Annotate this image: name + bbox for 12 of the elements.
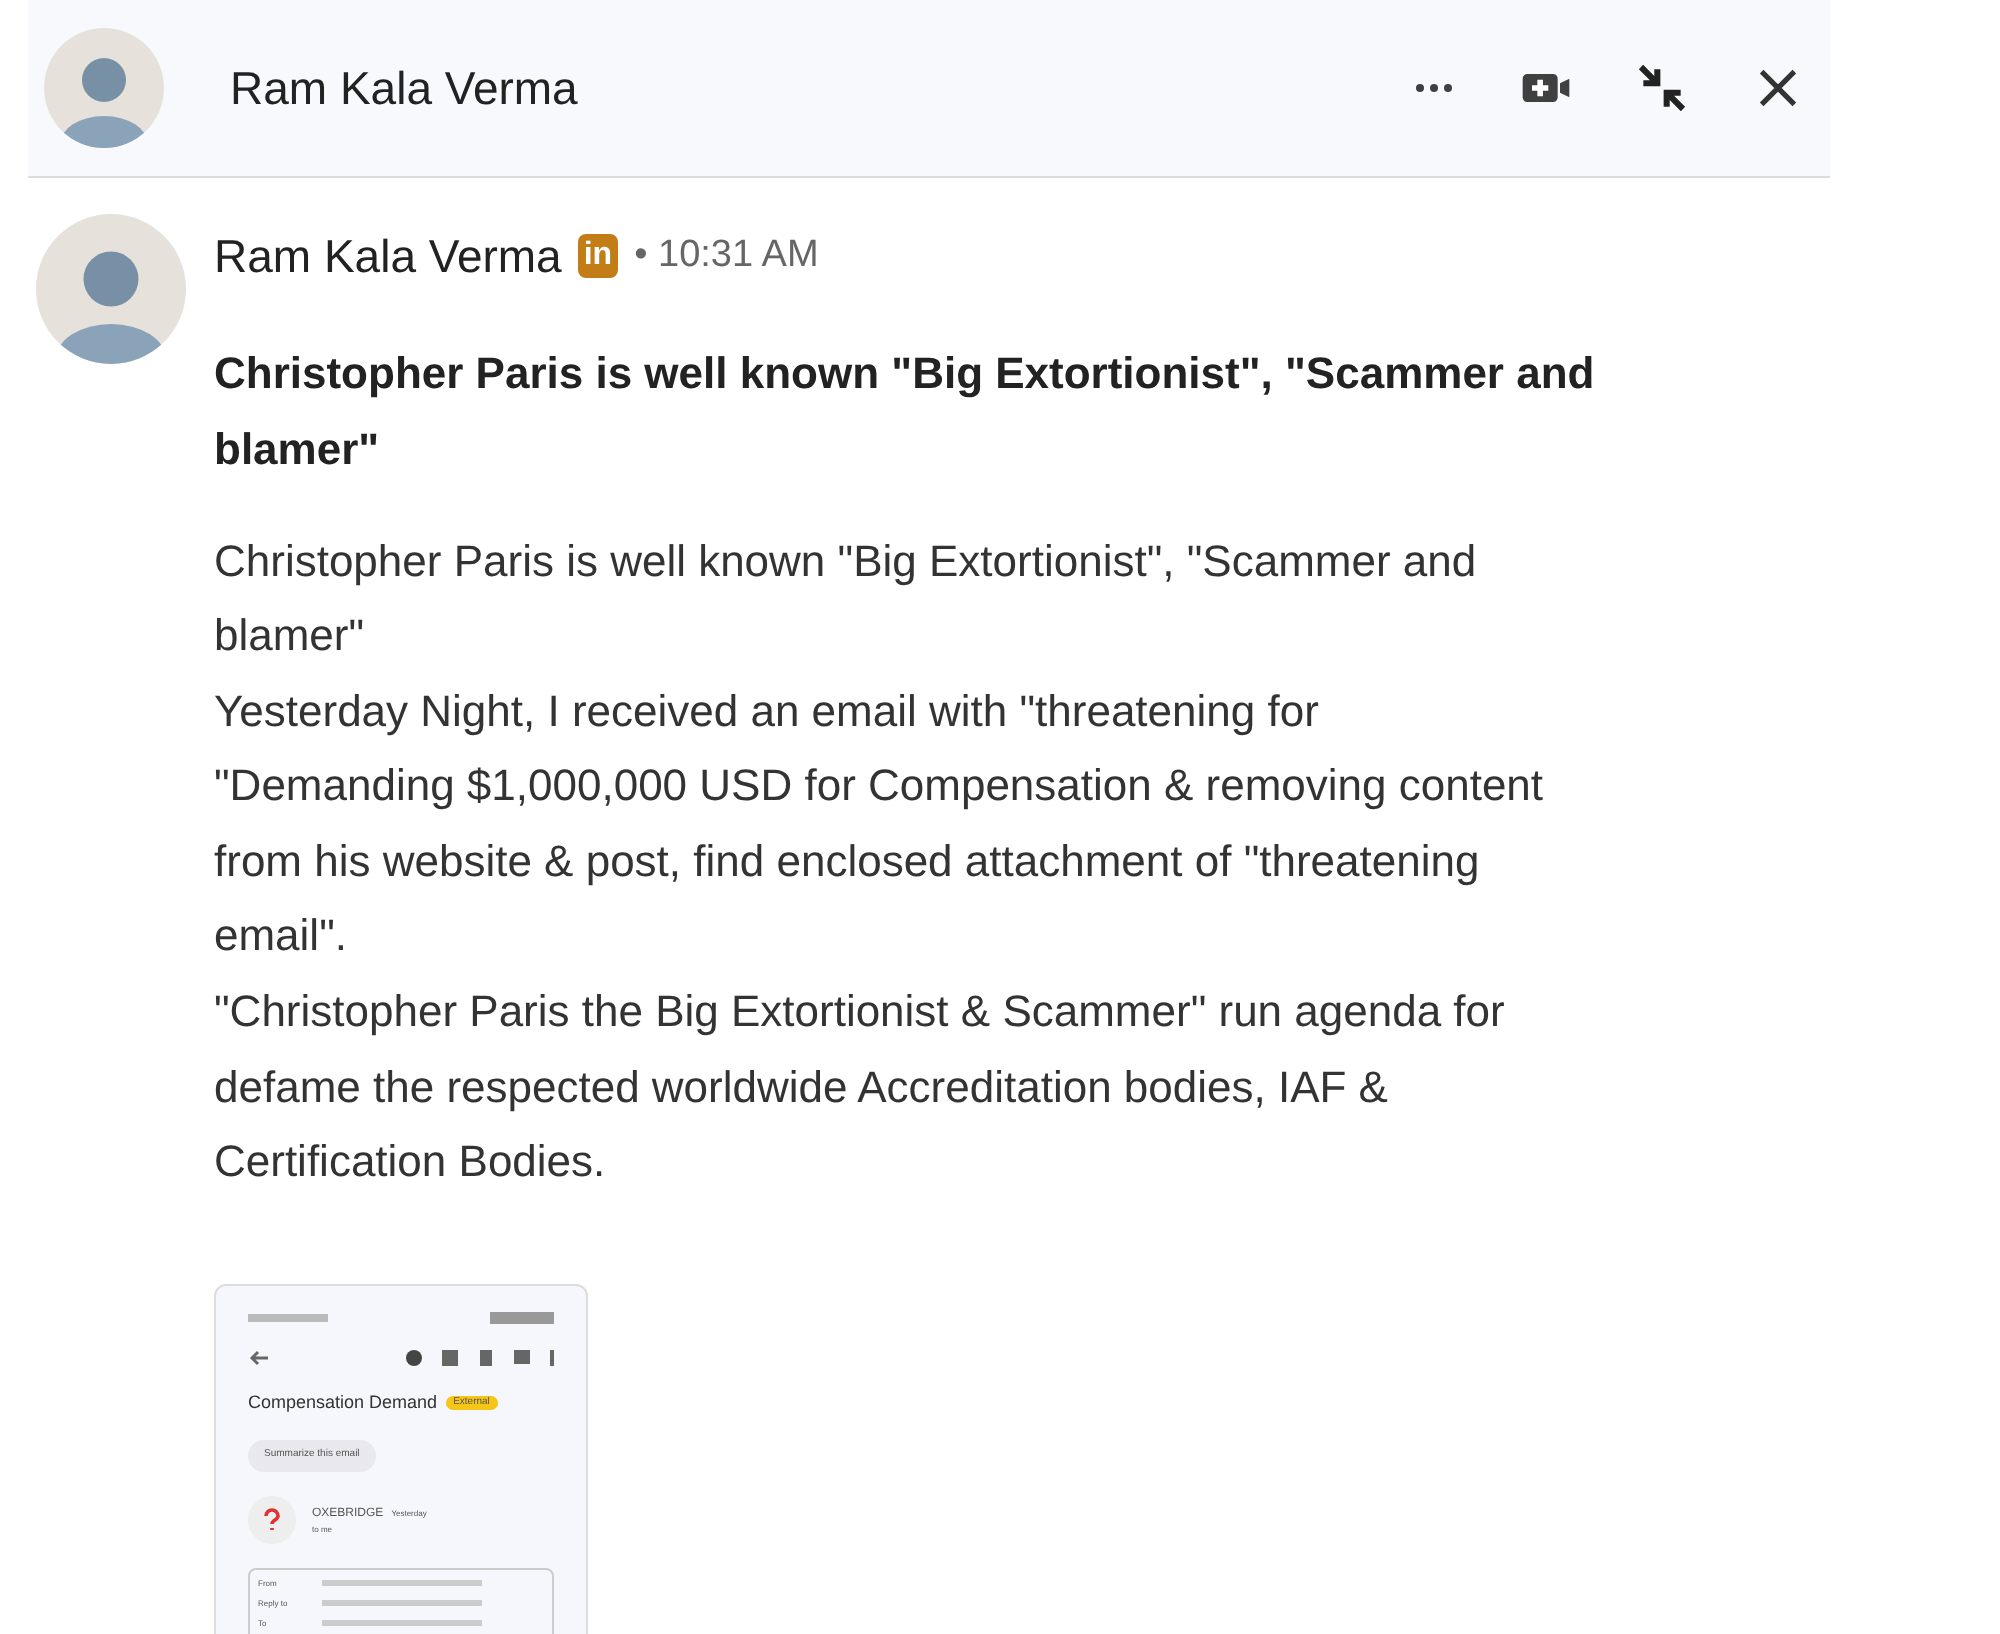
contact-name[interactable]: Ram Kala Verma bbox=[230, 53, 1410, 123]
sender-name[interactable]: Ram Kala Verma bbox=[214, 222, 562, 291]
email-subject: Compensation Demand bbox=[248, 1389, 438, 1416]
message-paragraph: "Christopher Paris the Big Extortionist & Scammer" run agenda for defame the respected worldwide Accreditation bodies, IAF & Certification Bodies. bbox=[214, 984, 1507, 1191]
message-time: • 10:31 AM bbox=[634, 232, 819, 280]
message-subject: Christopher Paris is well known "Big Extortionist", "Scammer and blamer" bbox=[214, 345, 1597, 477]
sender-icon bbox=[248, 1496, 296, 1545]
message-paragraph: Christopher Paris is well known "Big Extortionist", "Scammer and blamer" bbox=[214, 533, 1479, 665]
linkedin-badge: in bbox=[577, 234, 619, 279]
back-icon bbox=[248, 1345, 272, 1370]
message-paragraph: Yesterday Night, I received an email with "threatening for "Demanding $1,000,000 USD for Compensation & removing content from his website & post, find enclosed attachment of "threatening email". bbox=[214, 683, 1544, 965]
minimize-icon[interactable] bbox=[1634, 60, 1690, 116]
